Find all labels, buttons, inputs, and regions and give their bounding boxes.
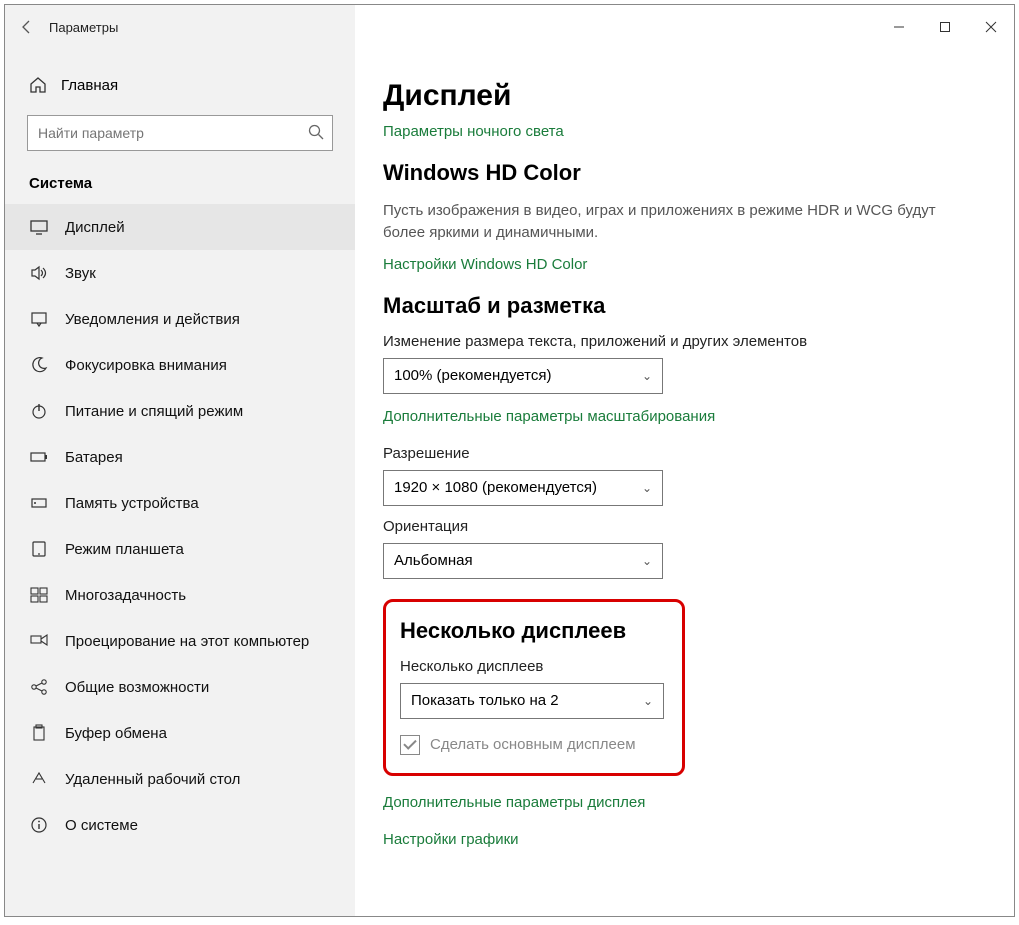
- chevron-down-icon: ⌄: [642, 369, 652, 383]
- project-icon: [29, 631, 49, 651]
- resolution-label: Разрешение: [383, 445, 1014, 462]
- hd-color-heading: Windows HD Color: [383, 160, 1014, 186]
- sidebar-group: Система: [5, 161, 355, 204]
- search-input[interactable]: [27, 115, 333, 151]
- scale-dropdown[interactable]: 100% (рекомендуется) ⌄: [383, 358, 663, 394]
- window-controls: [876, 11, 1014, 43]
- notification-icon: [29, 309, 49, 329]
- power-icon: [29, 401, 49, 421]
- chevron-down-icon: ⌄: [642, 481, 652, 495]
- sidebar-item-label: Проецирование на этот компьютер: [65, 633, 309, 650]
- sidebar-item-label: Многозадачность: [65, 587, 186, 604]
- sidebar-item-label: Режим планшета: [65, 541, 184, 558]
- storage-icon: [29, 493, 49, 513]
- resolution-value: 1920 × 1080 (рекомендуется): [394, 479, 597, 496]
- multi-heading: Несколько дисплеев: [400, 618, 664, 644]
- sidebar-item-label: О системе: [65, 817, 138, 834]
- home-button[interactable]: Главная: [5, 65, 355, 105]
- sidebar-item-label: Звук: [65, 265, 96, 282]
- scale-heading: Масштаб и разметка: [383, 293, 1014, 319]
- share-icon: [29, 677, 49, 697]
- advanced-display-link[interactable]: Дополнительные параметры дисплея: [383, 794, 1014, 811]
- sidebar-item-label: Дисплей: [65, 219, 125, 236]
- sidebar: Главная Система Дисплей Звук Уведомления…: [5, 5, 355, 916]
- sidebar-item-display[interactable]: Дисплей: [5, 204, 355, 250]
- scale-value: 100% (рекомендуется): [394, 367, 551, 384]
- resolution-dropdown[interactable]: 1920 × 1080 (рекомендуется) ⌄: [383, 470, 663, 506]
- sidebar-item-label: Уведомления и действия: [65, 311, 240, 328]
- sidebar-item-tablet[interactable]: Режим планшета: [5, 526, 355, 572]
- sidebar-item-label: Буфер обмена: [65, 725, 167, 742]
- sidebar-item-shared[interactable]: Общие возможности: [5, 664, 355, 710]
- search-field[interactable]: [27, 115, 333, 151]
- tablet-icon: [29, 539, 49, 559]
- sidebar-item-label: Фокусировка внимания: [65, 357, 227, 374]
- chevron-down-icon: ⌄: [642, 554, 652, 568]
- graphics-link[interactable]: Настройки графики: [383, 831, 1014, 848]
- sidebar-item-sound[interactable]: Звук: [5, 250, 355, 296]
- sidebar-item-battery[interactable]: Батарея: [5, 434, 355, 480]
- info-icon: [29, 815, 49, 835]
- sidebar-item-label: Батарея: [65, 449, 123, 466]
- hd-color-link[interactable]: Настройки Windows HD Color: [383, 256, 1014, 273]
- search-icon: [307, 123, 325, 141]
- sidebar-item-storage[interactable]: Память устройства: [5, 480, 355, 526]
- orientation-label: Ориентация: [383, 518, 1014, 535]
- monitor-icon: [29, 217, 49, 237]
- sidebar-item-label: Удаленный рабочий стол: [65, 771, 240, 788]
- sidebar-item-label: Питание и спящий режим: [65, 403, 243, 420]
- orientation-dropdown[interactable]: Альбомная ⌄: [383, 543, 663, 579]
- sidebar-item-multitask[interactable]: Многозадачность: [5, 572, 355, 618]
- sidebar-item-power[interactable]: Питание и спящий режим: [5, 388, 355, 434]
- back-button[interactable]: [5, 5, 49, 49]
- multi-label: Несколько дисплеев: [400, 658, 664, 675]
- speaker-icon: [29, 263, 49, 283]
- hd-color-body: Пусть изображения в видео, играх и прило…: [383, 200, 943, 244]
- chevron-down-icon: ⌄: [643, 694, 653, 708]
- sidebar-item-label: Память устройства: [65, 495, 199, 512]
- maximize-button[interactable]: [922, 11, 968, 43]
- sidebar-item-about[interactable]: О системе: [5, 802, 355, 848]
- remote-icon: [29, 769, 49, 789]
- multiple-displays-highlight: Несколько дисплеев Несколько дисплеев По…: [383, 599, 685, 776]
- battery-icon: [29, 447, 49, 467]
- multi-value: Показать только на 2: [411, 692, 559, 709]
- primary-display-label: Сделать основным дисплеем: [430, 736, 636, 753]
- checkbox-icon: [400, 735, 420, 755]
- minimize-button[interactable]: [876, 11, 922, 43]
- window-title: Параметры: [49, 20, 118, 35]
- sidebar-item-clipboard[interactable]: Буфер обмена: [5, 710, 355, 756]
- orientation-value: Альбомная: [394, 552, 473, 569]
- home-label: Главная: [61, 77, 118, 94]
- multitask-icon: [29, 585, 49, 605]
- sidebar-item-focus[interactable]: Фокусировка внимания: [5, 342, 355, 388]
- title-bar: Параметры: [5, 5, 1014, 49]
- home-icon: [29, 76, 47, 94]
- sidebar-item-remote[interactable]: Удаленный рабочий стол: [5, 756, 355, 802]
- advanced-scale-link[interactable]: Дополнительные параметры масштабирования: [383, 408, 1014, 425]
- content-area: Дисплей Параметры ночного света Windows …: [355, 5, 1014, 916]
- clipboard-icon: [29, 723, 49, 743]
- sidebar-item-label: Общие возможности: [65, 679, 209, 696]
- sidebar-item-notifications[interactable]: Уведомления и действия: [5, 296, 355, 342]
- scale-label: Изменение размера текста, приложений и д…: [383, 333, 1014, 350]
- sidebar-item-project[interactable]: Проецирование на этот компьютер: [5, 618, 355, 664]
- moon-icon: [29, 355, 49, 375]
- primary-display-checkbox-row[interactable]: Сделать основным дисплеем: [400, 735, 664, 755]
- close-button[interactable]: [968, 11, 1014, 43]
- multi-dropdown[interactable]: Показать только на 2 ⌄: [400, 683, 664, 719]
- page-title: Дисплей: [383, 79, 1014, 113]
- night-light-link[interactable]: Параметры ночного света: [383, 123, 1014, 140]
